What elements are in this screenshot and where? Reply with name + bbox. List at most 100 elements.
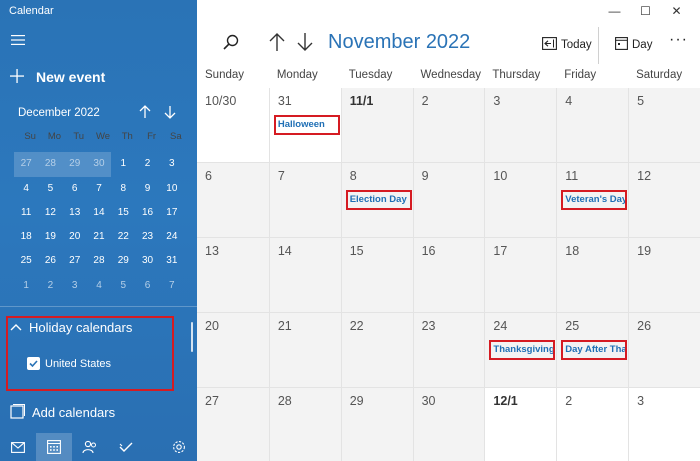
mini-day[interactable]: 9 bbox=[135, 177, 159, 201]
day-cell[interactable]: 10 bbox=[484, 163, 557, 238]
mini-prev-month-icon[interactable] bbox=[139, 105, 151, 122]
day-cell[interactable]: 11 Veteran's Day bbox=[556, 163, 629, 238]
day-cell[interactable]: 12/1 bbox=[484, 388, 557, 461]
day-cell[interactable]: 29 bbox=[340, 388, 413, 461]
mini-day[interactable]: 1 bbox=[14, 274, 38, 298]
mini-day[interactable]: 12 bbox=[38, 201, 62, 225]
day-cell[interactable]: 10/30 bbox=[197, 88, 269, 163]
mini-day[interactable]: 3 bbox=[63, 274, 87, 298]
mini-calendar-month[interactable]: December 2022 bbox=[18, 107, 100, 119]
mini-day[interactable]: 28 bbox=[87, 249, 111, 273]
mini-day[interactable]: 23 bbox=[135, 225, 159, 249]
day-cell[interactable]: 4 bbox=[556, 88, 629, 163]
add-calendars-button[interactable]: Add calendars bbox=[10, 404, 115, 420]
holiday-event[interactable]: Halloween bbox=[273, 115, 340, 135]
mini-day[interactable]: 6 bbox=[63, 177, 87, 201]
mini-day[interactable]: 15 bbox=[111, 201, 135, 225]
mini-day[interactable]: 7 bbox=[160, 274, 184, 298]
day-cell[interactable]: 8 Election Day bbox=[340, 163, 413, 238]
more-options-icon[interactable]: ··· bbox=[669, 31, 688, 49]
day-cell[interactable]: 21 bbox=[268, 313, 341, 388]
day-cell[interactable]: 12 bbox=[628, 163, 700, 238]
mini-day[interactable]: 29 bbox=[111, 249, 135, 273]
mini-day[interactable]: 24 bbox=[160, 225, 184, 249]
day-cell[interactable]: 9 bbox=[412, 163, 485, 238]
mini-day[interactable]: 5 bbox=[111, 274, 135, 298]
day-cell[interactable]: 27 bbox=[197, 388, 269, 461]
day-cell[interactable]: 13 bbox=[197, 238, 269, 313]
mini-day[interactable]: 5 bbox=[38, 177, 62, 201]
mini-day[interactable]: 11 bbox=[14, 201, 38, 225]
day-cell[interactable]: 18 bbox=[556, 238, 629, 313]
day-cell[interactable]: 16 bbox=[412, 238, 485, 313]
mini-day[interactable]: 4 bbox=[14, 177, 38, 201]
mini-day[interactable]: 28 bbox=[38, 152, 63, 177]
mini-day[interactable]: 27 bbox=[63, 249, 87, 273]
day-cell[interactable]: 15 bbox=[340, 238, 413, 313]
mini-day[interactable]: 2 bbox=[38, 274, 62, 298]
mini-next-month-icon[interactable] bbox=[164, 105, 176, 122]
day-cell[interactable]: 3 bbox=[628, 388, 700, 461]
settings-icon[interactable] bbox=[161, 433, 197, 461]
day-cell[interactable]: 2 bbox=[412, 88, 485, 163]
mini-day[interactable]: 27 bbox=[14, 152, 39, 177]
mini-day[interactable]: 30 bbox=[135, 249, 159, 273]
view-switcher-button[interactable]: Day bbox=[615, 37, 652, 53]
day-cell[interactable]: 3 bbox=[484, 88, 557, 163]
day-cell[interactable]: 31 Halloween bbox=[268, 88, 341, 163]
mini-day[interactable]: 7 bbox=[87, 177, 111, 201]
mini-day[interactable]: 20 bbox=[63, 225, 87, 249]
mini-day[interactable]: 1 bbox=[111, 152, 135, 176]
holiday-event[interactable]: Election Day bbox=[345, 190, 412, 210]
holiday-event[interactable]: Day After Tha bbox=[561, 340, 628, 360]
day-cell[interactable]: 30 bbox=[412, 388, 485, 461]
day-cell[interactable]: 11/1 bbox=[340, 88, 413, 163]
mail-icon[interactable] bbox=[0, 433, 36, 461]
day-cell[interactable]: 14 bbox=[268, 238, 341, 313]
close-button[interactable]: ✕ bbox=[661, 2, 692, 20]
mini-day[interactable]: 3 bbox=[160, 152, 184, 176]
day-cell[interactable]: 2 bbox=[556, 388, 629, 461]
next-month-icon[interactable] bbox=[297, 32, 313, 57]
mini-day[interactable]: 22 bbox=[111, 225, 135, 249]
mini-day[interactable]: 8 bbox=[111, 177, 135, 201]
mini-day[interactable]: 2 bbox=[135, 152, 159, 176]
today-button[interactable]: Today bbox=[542, 37, 592, 53]
day-cell[interactable]: 17 bbox=[484, 238, 557, 313]
mini-day[interactable]: 25 bbox=[14, 249, 38, 273]
sidebar-scrollbar[interactable] bbox=[191, 322, 193, 352]
day-cell[interactable]: 19 bbox=[628, 238, 700, 313]
mini-day[interactable]: 18 bbox=[14, 225, 38, 249]
day-cell[interactable]: 28 bbox=[268, 388, 341, 461]
day-cell[interactable]: 22 bbox=[340, 313, 413, 388]
todo-icon[interactable] bbox=[108, 433, 144, 461]
hamburger-menu-icon[interactable] bbox=[11, 33, 25, 47]
day-cell[interactable]: 5 bbox=[628, 88, 700, 163]
mini-day[interactable]: 14 bbox=[87, 201, 111, 225]
mini-day[interactable]: 26 bbox=[38, 249, 62, 273]
day-cell[interactable]: 26 bbox=[628, 313, 700, 388]
mini-day[interactable]: 17 bbox=[160, 201, 184, 225]
mini-day[interactable]: 21 bbox=[87, 225, 111, 249]
day-cell[interactable]: 25 Day After Tha bbox=[556, 313, 629, 388]
calendar-icon[interactable] bbox=[36, 433, 72, 461]
search-icon[interactable] bbox=[223, 34, 239, 55]
current-month-title[interactable]: November 2022 bbox=[328, 31, 470, 54]
mini-day[interactable]: 31 bbox=[160, 249, 184, 273]
new-event-button[interactable]: New event bbox=[10, 68, 105, 86]
day-cell[interactable]: 6 bbox=[197, 163, 269, 238]
mini-day[interactable]: 4 bbox=[87, 274, 111, 298]
mini-day[interactable]: 6 bbox=[135, 274, 159, 298]
holiday-event[interactable]: Thanksgiving bbox=[489, 340, 556, 360]
mini-day[interactable]: 10 bbox=[160, 177, 184, 201]
maximize-button[interactable]: ☐ bbox=[630, 2, 661, 20]
mini-day[interactable]: 19 bbox=[38, 225, 62, 249]
minimize-button[interactable]: — bbox=[599, 2, 630, 20]
mini-day[interactable]: 29 bbox=[62, 152, 87, 177]
mini-day[interactable]: 30 bbox=[86, 152, 112, 177]
mini-day[interactable]: 16 bbox=[135, 201, 159, 225]
people-icon[interactable] bbox=[72, 433, 108, 461]
day-cell[interactable]: 7 bbox=[268, 163, 341, 238]
mini-day[interactable]: 13 bbox=[63, 201, 87, 225]
day-cell[interactable]: 20 bbox=[197, 313, 269, 388]
